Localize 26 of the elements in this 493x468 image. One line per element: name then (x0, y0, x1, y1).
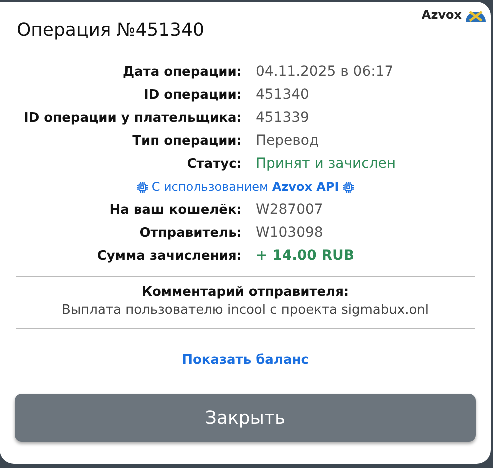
field-label: Тип операции: (132, 133, 242, 151)
field-value: W287007 (256, 201, 324, 220)
field-label: Статус: (186, 156, 242, 174)
field-label: ID операции у плательщика: (23, 110, 242, 128)
field-value: + 14.00 RUB (256, 247, 356, 266)
field-value: Перевод (256, 132, 320, 151)
field-label: На ваш кошелёк: (108, 202, 242, 220)
logo-icon (465, 8, 487, 22)
dialog-title: Операция №451340 (17, 20, 206, 41)
field-value: 451339 (256, 109, 310, 128)
field-value: Принят и зачислен (256, 155, 398, 174)
field-label: Сумма зачисления: (96, 248, 242, 266)
field-label: Отправитель: (138, 225, 242, 243)
show-balance-link[interactable]: Показать баланс (182, 353, 309, 368)
chip-icon (343, 182, 354, 192)
field-label: ID операции: (142, 87, 242, 105)
field-value: 451340 (256, 86, 310, 105)
comment-heading: Комментарий отправителя: (140, 285, 350, 300)
api-note: С использованием Azvox API (152, 179, 340, 195)
close-button[interactable]: Закрыть (15, 394, 476, 442)
field-value: W103098 (256, 224, 324, 243)
brand-name: Azvox (422, 8, 462, 22)
comment-text: Выплата пользователю incool с проекта sigmabux.onl (60, 303, 430, 318)
field-value: 04.11.2025 в 06:17 (256, 63, 395, 82)
field-label: Дата операции: (122, 64, 242, 82)
chip-icon (136, 182, 148, 192)
